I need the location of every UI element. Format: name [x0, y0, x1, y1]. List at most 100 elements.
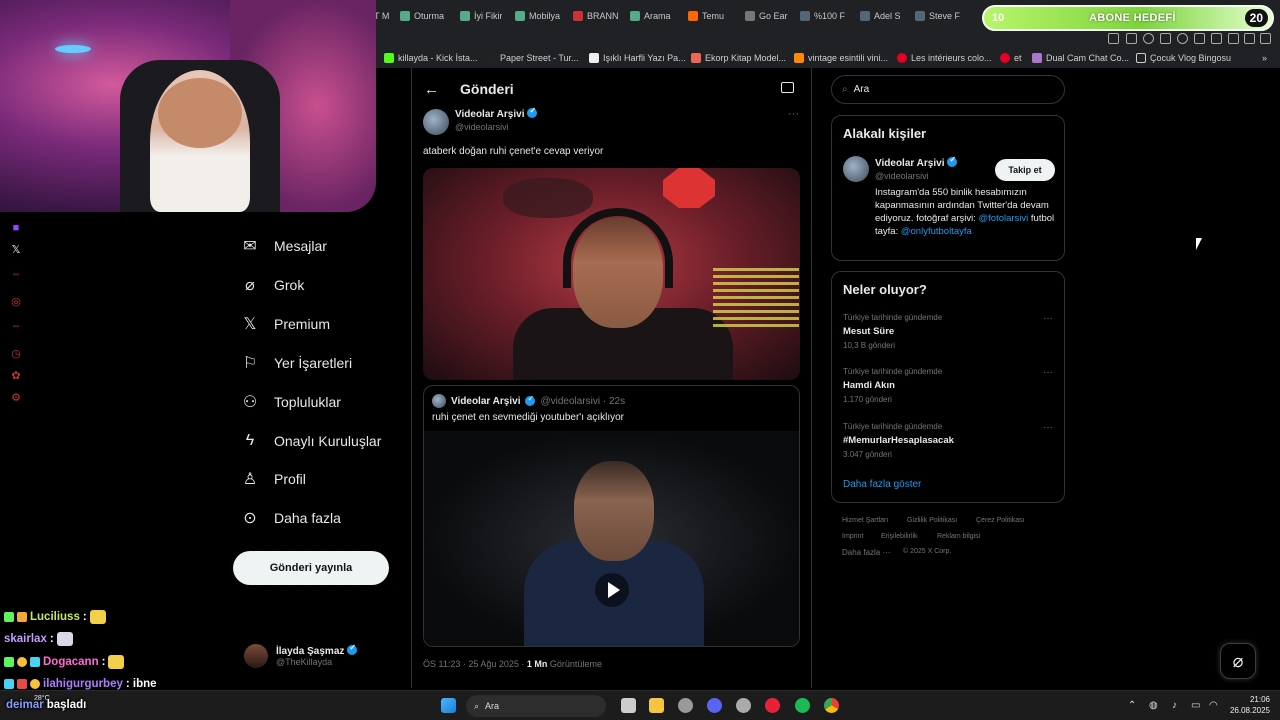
envelope-icon: ✉	[243, 238, 257, 255]
author-avatar[interactable]	[423, 109, 449, 135]
chevron-up-icon[interactable]: ⌃	[1128, 700, 1136, 711]
post-button[interactable]: Gönderi yayınla	[233, 551, 389, 585]
related-name[interactable]: Videolar Arşivi	[875, 155, 958, 169]
browser-tab[interactable]: Arama	[630, 8, 672, 24]
chrome-icon[interactable]	[824, 698, 839, 713]
bookmark-item[interactable]: vintage esintili vini...	[794, 53, 888, 63]
bookmark-item[interactable]: Işıklı Harfli Yazı Pa...	[589, 53, 686, 63]
browser-tab[interactable]: %100 F	[800, 8, 845, 24]
chat-username: deimar	[6, 699, 44, 711]
quoted-video[interactable]	[424, 431, 799, 646]
play-button[interactable]	[595, 573, 629, 607]
task-view-icon[interactable]	[621, 698, 636, 713]
wifi-icon[interactable]: ◠	[1209, 700, 1218, 711]
footer-more-link[interactable]: Daha fazla ···	[842, 548, 890, 557]
bio-link[interactable]: @onlyfutboltayfa	[901, 226, 972, 237]
bookmarks-overflow-icon[interactable]: »	[1262, 53, 1267, 63]
nav-bookmarks[interactable]: ⚐ Yer İşaretleri	[240, 350, 352, 376]
bookmark-item[interactable]: Paper Street - Tur...	[486, 53, 579, 63]
bookmark-item[interactable]: killayda - Kick İsta...	[384, 53, 478, 63]
browser-tab[interactable]: Adel S	[860, 8, 902, 24]
follow-button[interactable]: Takip et	[995, 159, 1055, 181]
nav-grok[interactable]: ⌀ Grok	[240, 272, 304, 298]
footer-link[interactable]: Hizmet Şartları	[842, 517, 888, 524]
download-icon[interactable]	[1244, 33, 1255, 44]
search-input[interactable]: ⌕ Ara	[831, 75, 1065, 104]
grok-floating-button[interactable]: ⌀	[1220, 643, 1256, 679]
settings-icon[interactable]	[678, 698, 693, 713]
footer-link[interactable]: Gizlilik Politikası	[907, 517, 957, 524]
play-icon[interactable]	[1160, 33, 1171, 44]
show-more-link[interactable]: Daha fazla göster	[843, 479, 921, 490]
bookmark-item[interactable]: et	[1000, 53, 1022, 63]
puzzle-icon[interactable]	[1211, 33, 1222, 44]
collections-icon[interactable]	[1228, 33, 1239, 44]
browser-tab[interactable]: BRANN	[573, 8, 618, 24]
more-options-icon[interactable]: ···	[1043, 422, 1053, 433]
browser-tab[interactable]: Temu	[688, 8, 730, 24]
related-handle[interactable]: @videolarsivi	[875, 171, 929, 181]
nav-messages[interactable]: ✉ Mesajlar	[240, 233, 327, 259]
bookmark-item[interactable]: Dual Cam Chat Co...	[1032, 53, 1129, 63]
chat-message: Luciliuss :	[4, 610, 106, 624]
account-switcher[interactable]: İlayda Şaşmaz @TheKillayda	[244, 643, 358, 668]
spotify-icon[interactable]	[795, 698, 810, 713]
back-arrow-icon[interactable]: ←	[424, 81, 439, 98]
file-explorer-icon[interactable]	[649, 698, 664, 713]
author-handle[interactable]: @videolarsivi	[455, 122, 509, 132]
x-icon[interactable]: 𝕏	[10, 244, 22, 256]
quoted-avatar	[432, 394, 446, 408]
clock-icon[interactable]: ◷	[10, 348, 22, 360]
system-clock[interactable]: 21:06 26.08.2025	[1230, 694, 1270, 716]
browser-tab[interactable]: Steve F	[915, 8, 960, 24]
block-icon[interactable]	[1143, 33, 1154, 44]
footer-link[interactable]: Erişilebilirlik	[881, 533, 918, 540]
twitch-icon[interactable]: ■	[10, 222, 22, 234]
bookmark-item[interactable]: Ekorp Kitap Model...	[691, 53, 786, 63]
browser-tab[interactable]: İyi Fikir	[460, 8, 502, 24]
discord-icon[interactable]	[707, 698, 722, 713]
browser-tab[interactable]: Go Ear	[745, 8, 790, 24]
bio-link[interactable]: @fotolarsivi	[979, 213, 1029, 224]
more-options-icon[interactable]: ···	[1043, 313, 1053, 324]
nav-communities[interactable]: ⚇ Topluluklar	[240, 389, 341, 415]
footer-link[interactable]: Çerez Politikası	[976, 517, 1025, 524]
screenshot-icon[interactable]	[1126, 33, 1137, 44]
settings-icon[interactable]: ⚙	[10, 392, 22, 404]
grok-icon: ⌀	[245, 277, 255, 294]
app-icon[interactable]	[736, 698, 751, 713]
trend-item[interactable]: Türkiye tarihinde gündemde Hamdi Akın 1.…	[843, 367, 1053, 404]
history-icon[interactable]	[1177, 33, 1188, 44]
bookmark-item[interactable]: Çocuk Vlog Bingosu	[1136, 53, 1231, 63]
windows-start-icon[interactable]	[441, 698, 456, 713]
post-image[interactable]	[423, 168, 800, 380]
author-name[interactable]: Videolar Arşivi	[455, 106, 538, 120]
related-avatar[interactable]	[843, 156, 869, 182]
menu-icon[interactable]	[1260, 33, 1271, 44]
browser-tab[interactable]: Mobilya	[515, 8, 560, 24]
extension-icon[interactable]	[1108, 33, 1119, 44]
extensions-icon[interactable]: ✿	[10, 370, 22, 382]
nav-verified-orgs[interactable]: ϟ Onaylı Kuruluşlar	[240, 428, 382, 454]
nav-profile[interactable]: ♙ Profil	[240, 466, 306, 492]
nav-more[interactable]: ⊙ Daha fazla	[240, 505, 341, 531]
heart-icon[interactable]	[1194, 33, 1205, 44]
more-options-icon[interactable]: ···	[788, 108, 799, 120]
display-icon[interactable]: ▭	[1191, 700, 1200, 711]
quoted-post[interactable]: Videolar Arşivi @videolarsivi · 22s ruhi…	[423, 385, 800, 647]
footer-link[interactable]: Reklam bilgisi	[937, 533, 980, 540]
microphone-icon[interactable]: ♪	[1172, 700, 1177, 711]
network-icon[interactable]: ◍	[1149, 700, 1158, 711]
trend-item[interactable]: Türkiye tarihinde gündemde Mesut Süre 10…	[843, 313, 1053, 350]
trend-item[interactable]: Türkiye tarihinde gündemde #MemurlarHesa…	[843, 422, 1053, 459]
chat-message: deimar başladı	[6, 699, 87, 711]
reader-mode-icon[interactable]	[781, 82, 794, 93]
browser-tab[interactable]: Oturma	[400, 8, 448, 24]
footer-link[interactable]: Imprint	[842, 533, 863, 540]
opera-gx-icon[interactable]	[765, 698, 780, 713]
nav-premium[interactable]: 𝕏 Premium	[240, 311, 330, 337]
more-options-icon[interactable]: ···	[1043, 367, 1053, 378]
taskbar-search[interactable]: ⌕ Ara	[466, 695, 606, 717]
opera-icon[interactable]: ◎	[10, 296, 22, 308]
bookmark-item[interactable]: Les intérieurs colo...	[897, 53, 992, 63]
